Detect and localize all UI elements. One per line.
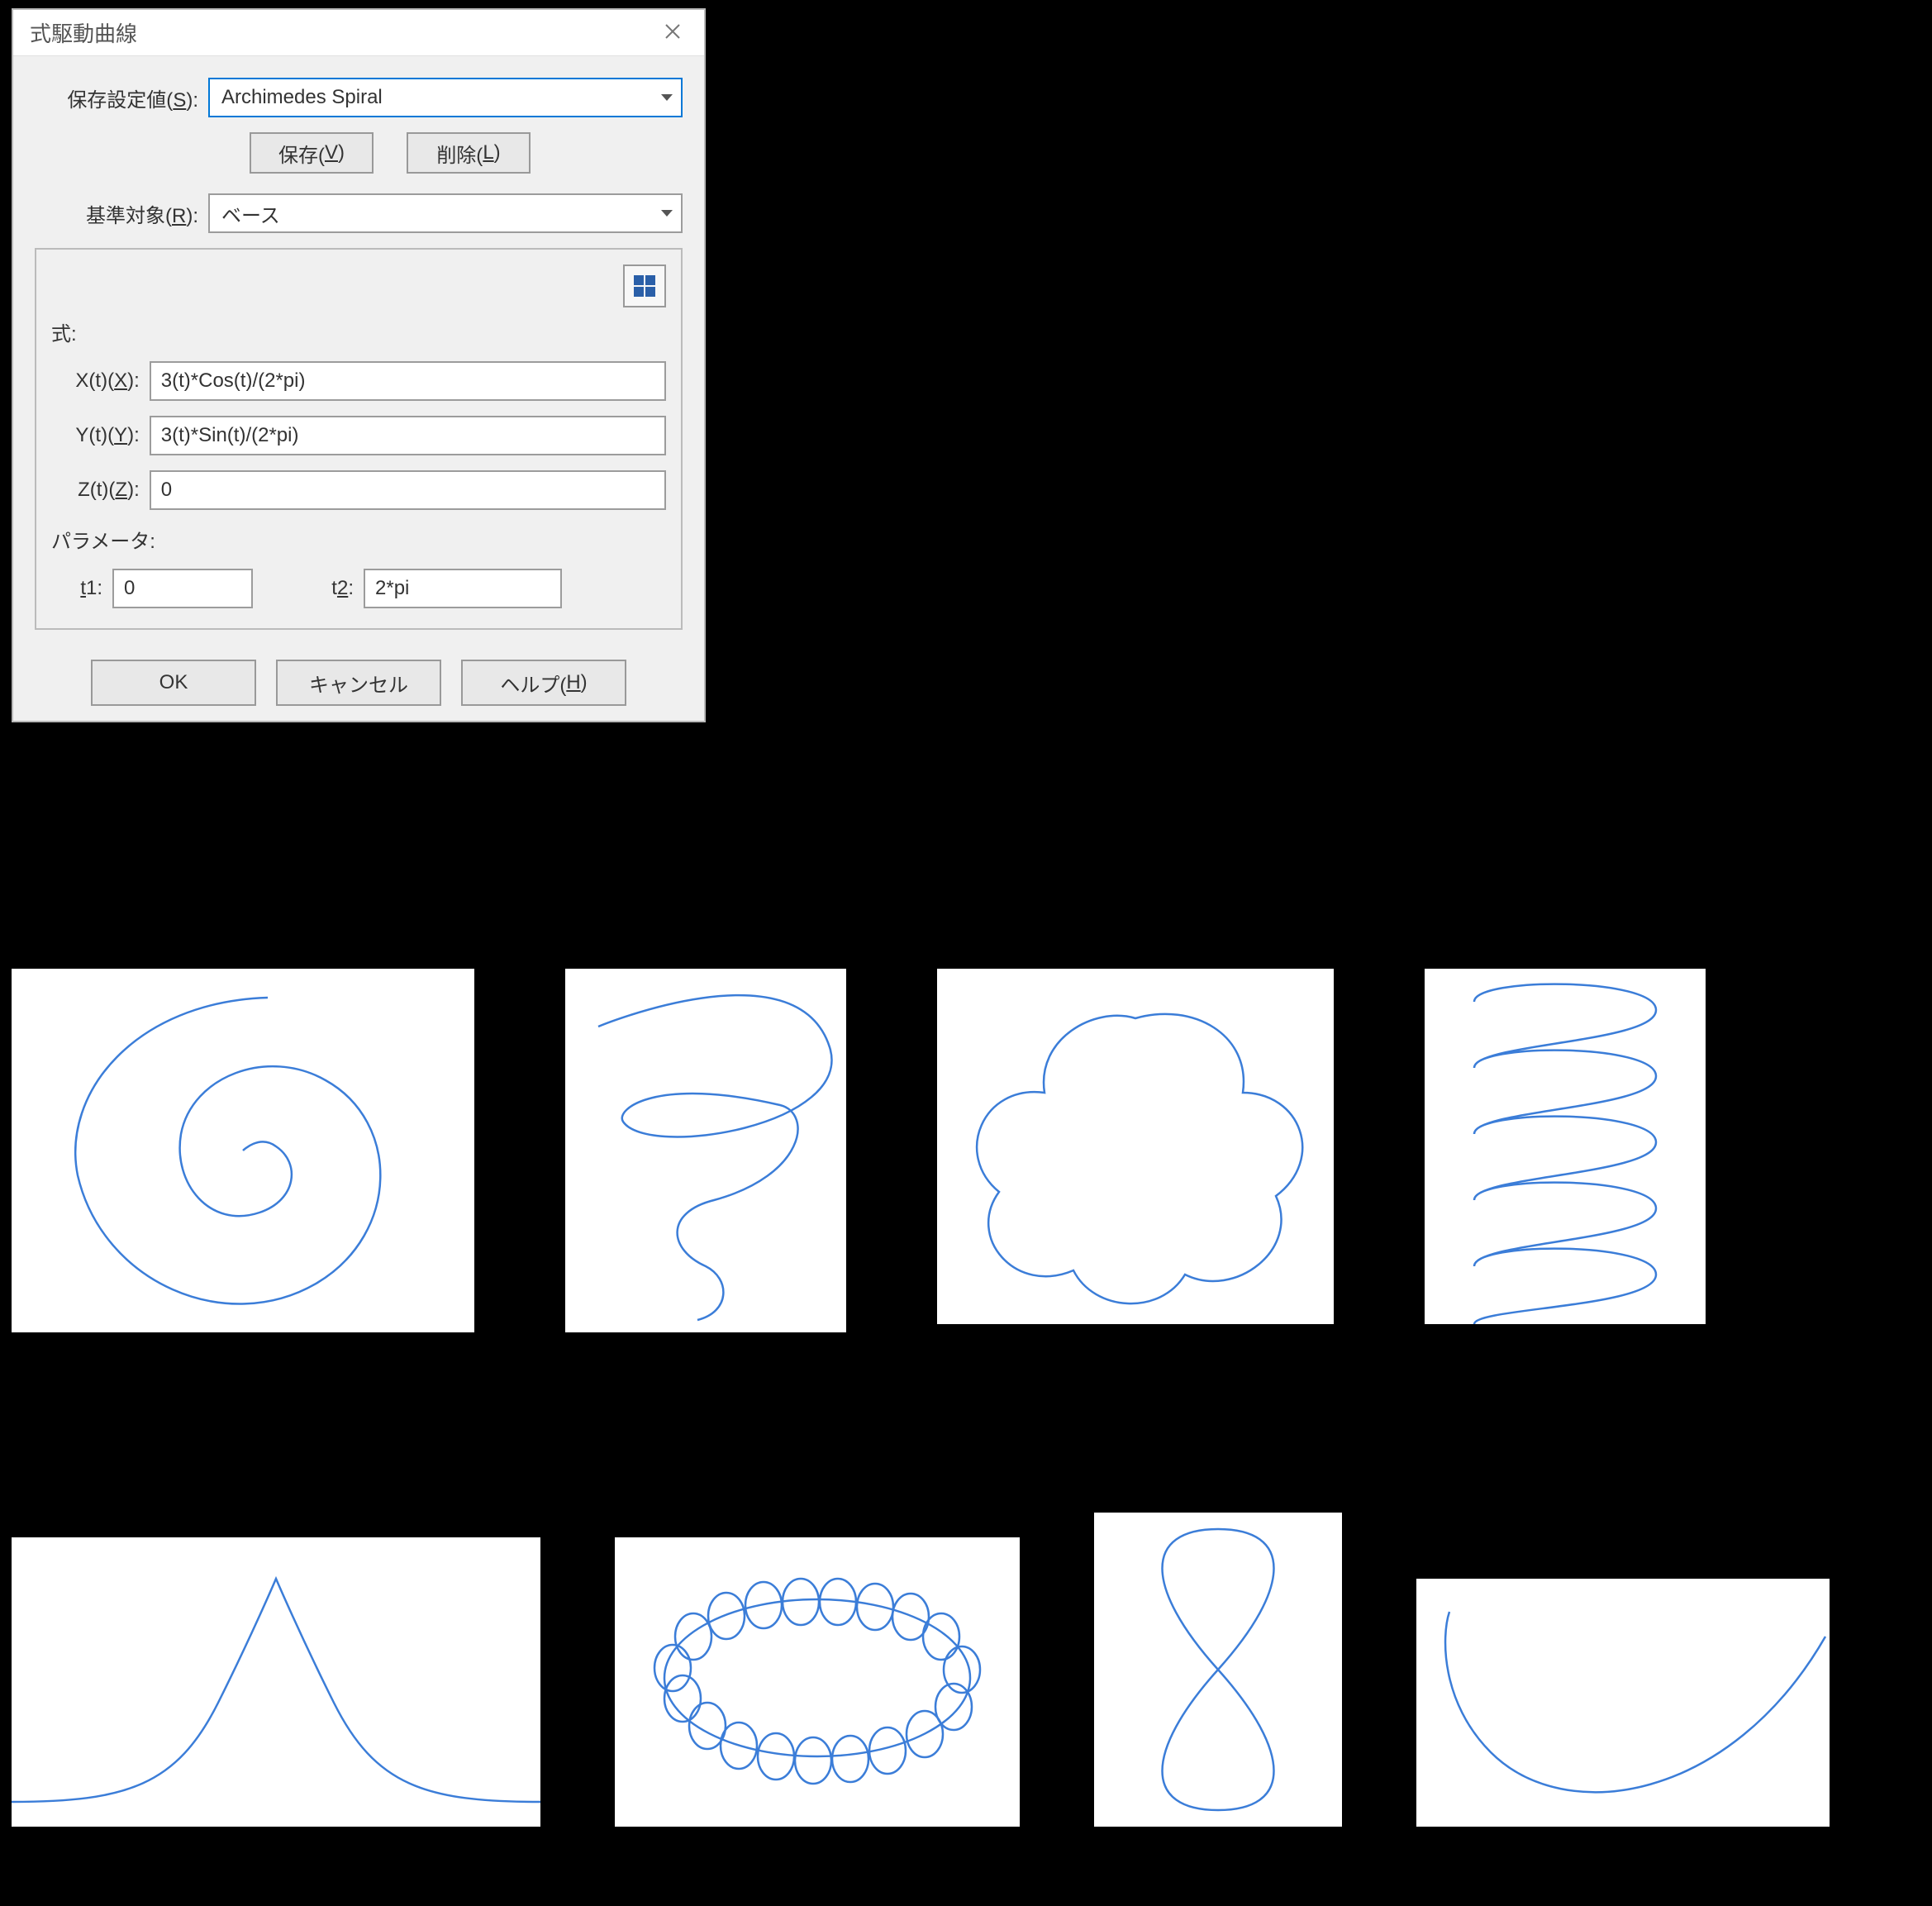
x-input[interactable] [150,361,666,401]
help-button[interactable]: ヘルプ(H) [461,660,626,706]
formula-section-label: 式: [51,317,666,346]
x-row: X(t)(X): [51,361,666,401]
flower-icon [937,969,1334,1324]
ok-button[interactable]: OK [91,660,256,706]
close-icon [664,21,682,45]
preview-gaussian-bell [12,1537,540,1827]
x-label: X(t)(X): [51,369,150,393]
preview-archimedes-spiral [12,969,474,1332]
curve-previews-row2 [12,1513,1920,1827]
curve-previews-row1 [12,969,1920,1332]
saved-preset-label: 保存設定値(S): [35,83,208,112]
preview-toroidal-coil [615,1537,1020,1827]
expression-tool-icon [634,275,655,297]
z-label: Z(t)(Z): [51,479,150,502]
preview-conical-spiral [565,969,846,1332]
z-input[interactable] [150,470,666,510]
y-label: Y(t)(Y): [51,424,150,447]
t2-input[interactable] [364,569,562,608]
expression-tool-button[interactable] [623,264,666,307]
formula-panel: 式: X(t)(X): Y(t)(Y): Z(t)(Z): パラメータ: t1: [35,248,683,630]
bell-curve-icon [12,1537,540,1827]
param-section-label: パラメータ: [51,525,666,554]
coil-icon [1425,969,1706,1324]
dialog-body: 保存設定値(S): Archimedes Spiral 保存(V) 削除(L) … [13,56,704,660]
spiral-icon [12,969,474,1332]
close-button[interactable] [654,15,691,51]
preview-figure-eight [1094,1513,1342,1827]
cancel-button[interactable]: キャンセル [276,660,441,706]
preview-coil-spring [1425,969,1706,1324]
y-row: Y(t)(Y): [51,416,666,455]
toroid-icon [615,1537,1020,1827]
preview-catenary-hook [1416,1579,1830,1827]
dialog-title: 式駆動曲線 [30,17,137,48]
reference-value: ベース [221,199,280,228]
t1-input[interactable] [112,569,253,608]
equation-curve-dialog: 式駆動曲線 保存設定値(S): Archimedes Spiral 保存(V) [12,8,706,722]
dialog-footer: OK キャンセル ヘルプ(H) [13,660,704,721]
chevron-down-icon [661,210,673,217]
delete-button[interactable]: 削除(L) [407,132,531,174]
reference-row: 基準対象(R): ベース [35,193,683,233]
conical-spiral-icon [565,969,846,1332]
chevron-down-icon [661,94,673,101]
titlebar: 式駆動曲線 [13,10,704,56]
figure-eight-icon [1094,1513,1342,1827]
reference-dropdown[interactable]: ベース [208,193,683,233]
preview-flower-cloud [937,969,1334,1324]
t2-label: t2: [263,577,354,600]
saved-preset-value: Archimedes Spiral [221,86,383,109]
y-input[interactable] [150,416,666,455]
t1-label: t1: [51,577,102,600]
saved-preset-dropdown[interactable]: Archimedes Spiral [208,78,683,117]
preset-buttons: 保存(V) 削除(L) [250,132,683,174]
catenary-icon [1416,1579,1830,1827]
reference-label: 基準対象(R): [35,199,208,228]
param-row: t1: t2: [51,569,666,608]
saved-preset-row: 保存設定値(S): Archimedes Spiral [35,78,683,117]
z-row: Z(t)(Z): [51,470,666,510]
save-button[interactable]: 保存(V) [250,132,374,174]
